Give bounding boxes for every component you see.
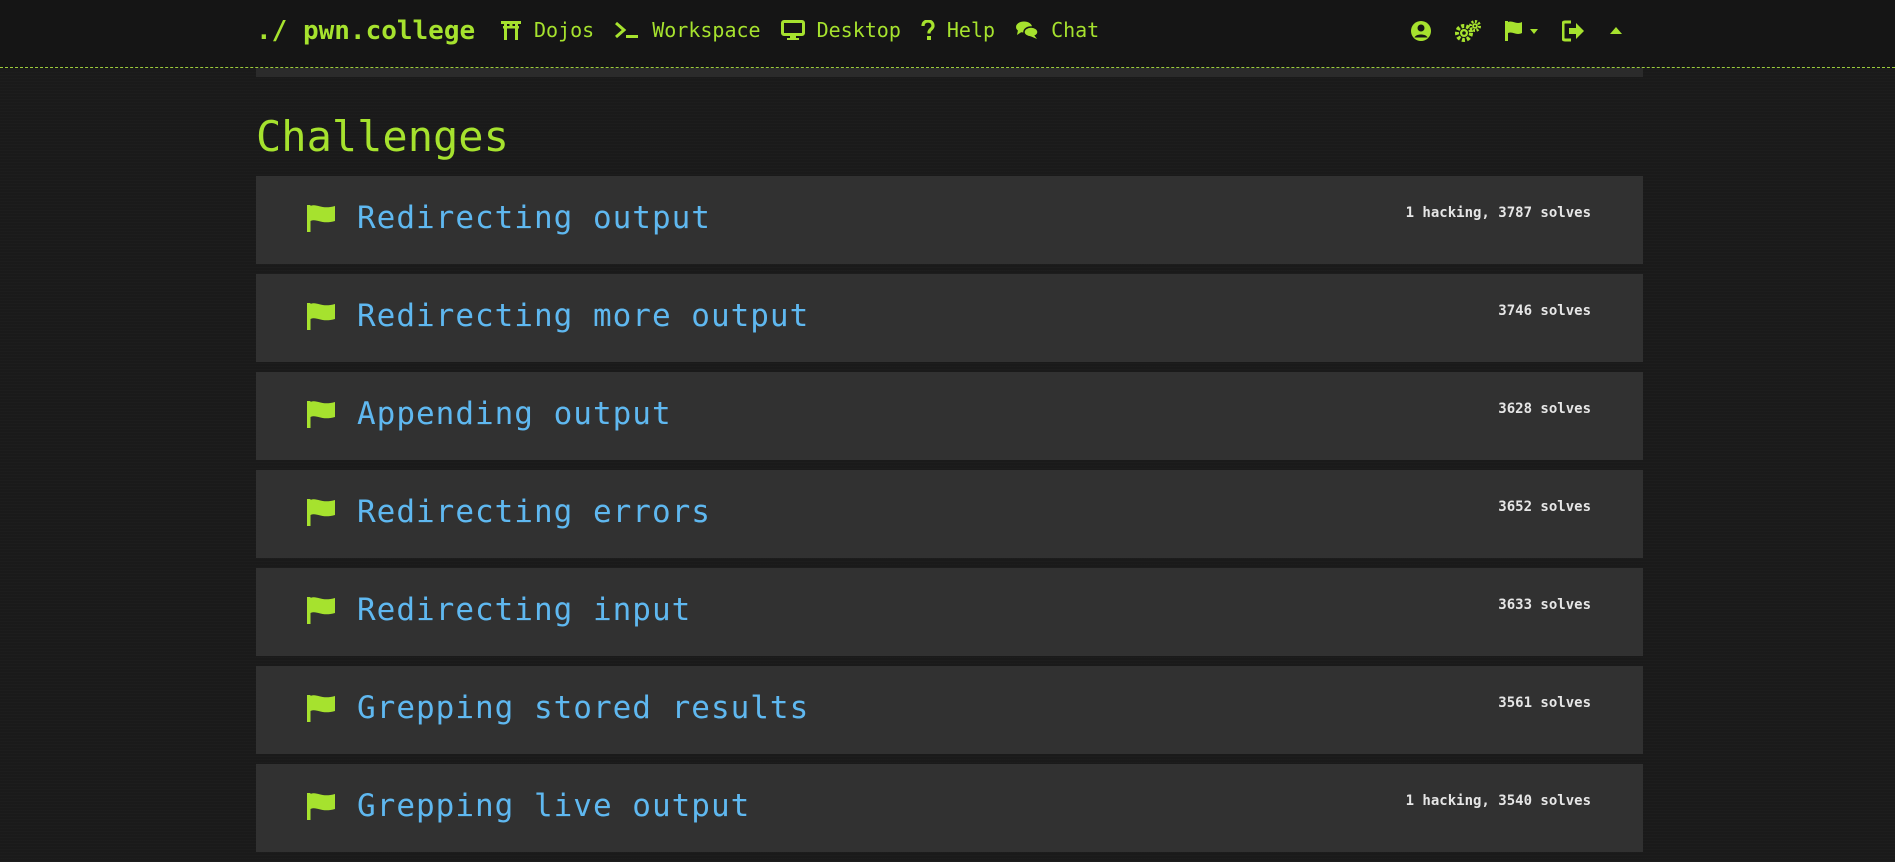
brand-logo[interactable]: ./ pwn.college bbox=[256, 16, 475, 46]
challenge-title: Redirecting output bbox=[357, 200, 711, 236]
gears-icon[interactable] bbox=[1454, 20, 1482, 42]
nav-link-label: Dojos bbox=[534, 18, 595, 42]
terminal-icon bbox=[615, 21, 639, 39]
challenge-stats: 3628 solves bbox=[1498, 401, 1591, 417]
challenge-stats: 3746 solves bbox=[1498, 303, 1591, 319]
nav-link-label: Workspace bbox=[652, 18, 761, 42]
flag-icon bbox=[307, 597, 335, 624]
top-navbar: ./ pwn.college Dojos Workspace Desktop H… bbox=[0, 0, 1895, 68]
flag-icon bbox=[307, 499, 335, 526]
flag-dropdown-icon[interactable] bbox=[1504, 20, 1540, 42]
challenge-title: Redirecting errors bbox=[357, 494, 711, 530]
flag-icon bbox=[307, 205, 335, 232]
previous-section-strip bbox=[256, 68, 1643, 77]
challenge-card[interactable]: Redirecting output 1 hacking, 3787 solve… bbox=[256, 176, 1643, 264]
question-icon bbox=[921, 20, 935, 40]
challenge-title: Redirecting input bbox=[357, 592, 692, 628]
nav-right-icons bbox=[1410, 20, 1646, 42]
challenge-stats: 1 hacking, 3540 solves bbox=[1405, 793, 1591, 809]
challenge-list: Redirecting output 1 hacking, 3787 solve… bbox=[256, 176, 1643, 862]
desktop-icon bbox=[780, 20, 805, 40]
nav-link-desktop[interactable]: Desktop bbox=[780, 18, 901, 42]
collapse-icon[interactable] bbox=[1608, 20, 1624, 42]
nav-link-label: Chat bbox=[1051, 18, 1100, 42]
challenge-card[interactable]: Redirecting input 3633 solves bbox=[256, 568, 1643, 656]
challenge-card[interactable]: Grepping stored results 3561 solves bbox=[256, 666, 1643, 754]
torii-gate-icon bbox=[501, 21, 521, 40]
logout-icon[interactable] bbox=[1562, 20, 1586, 42]
nav-link-label: Help bbox=[946, 18, 996, 42]
challenge-card[interactable]: Redirecting more output 3746 solves bbox=[256, 274, 1643, 362]
challenge-title: Grepping live output bbox=[357, 788, 751, 824]
nav-link-chat[interactable]: Chat bbox=[1015, 18, 1099, 42]
nav-link-workspace[interactable]: Workspace bbox=[614, 18, 761, 42]
page-title: Challenges bbox=[256, 112, 509, 161]
challenge-stats: 3633 solves bbox=[1498, 597, 1591, 613]
challenge-stats: 1 hacking, 3787 solves bbox=[1405, 205, 1591, 221]
challenge-stats: 3652 solves bbox=[1498, 499, 1591, 515]
user-circle-icon[interactable] bbox=[1410, 20, 1432, 42]
nav-links: Dojos Workspace Desktop Help Chat bbox=[500, 18, 1119, 42]
flag-icon bbox=[307, 303, 335, 330]
flag-icon bbox=[307, 695, 335, 722]
challenge-stats: 3561 solves bbox=[1498, 695, 1591, 711]
flag-icon bbox=[307, 793, 335, 820]
nav-link-label: Desktop bbox=[816, 18, 901, 42]
challenge-title: Grepping stored results bbox=[357, 690, 810, 726]
nav-link-help[interactable]: Help bbox=[921, 18, 995, 42]
flag-icon bbox=[307, 401, 335, 428]
challenge-title: Appending output bbox=[357, 396, 672, 432]
challenge-card[interactable]: Redirecting errors 3652 solves bbox=[256, 470, 1643, 558]
challenge-title: Redirecting more output bbox=[357, 298, 810, 334]
nav-link-dojos[interactable]: Dojos bbox=[500, 18, 594, 42]
chat-icon bbox=[1016, 21, 1039, 39]
challenge-card[interactable]: Grepping live output 1 hacking, 3540 sol… bbox=[256, 764, 1643, 852]
challenge-card[interactable]: Appending output 3628 solves bbox=[256, 372, 1643, 460]
